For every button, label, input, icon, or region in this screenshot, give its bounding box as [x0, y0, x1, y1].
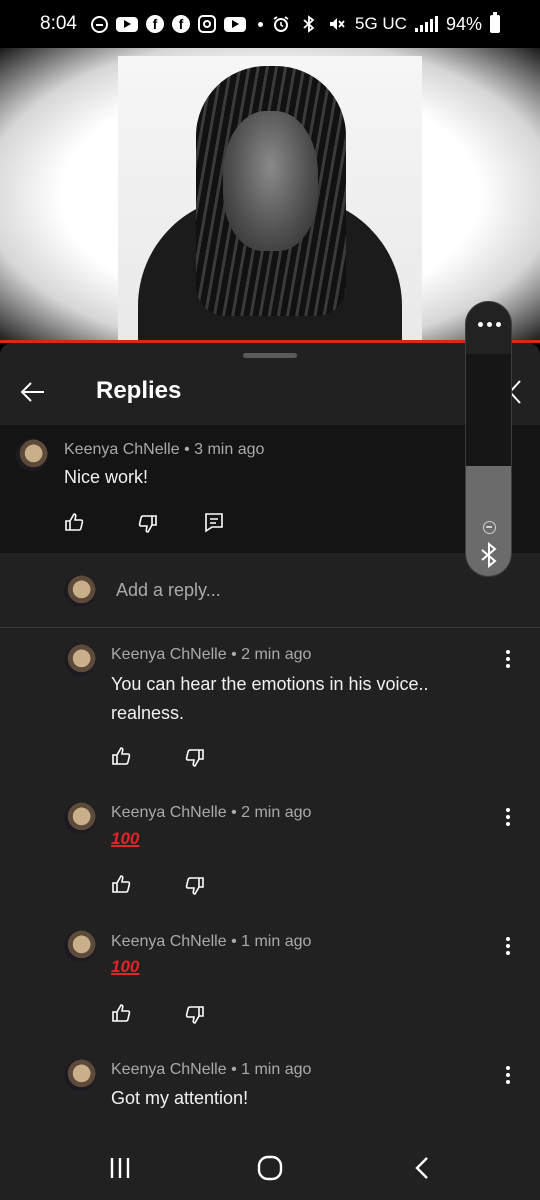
avatar[interactable]: [64, 1059, 96, 1091]
volume-slider-track[interactable]: [466, 354, 511, 466]
comment-meta: Keenya ChNelle • 1 min ago: [111, 933, 311, 951]
mute-icon: [327, 15, 347, 33]
sheet-title: Replies: [96, 377, 182, 404]
avatar[interactable]: [16, 439, 48, 471]
more-options-icon[interactable]: [498, 936, 518, 956]
back-button[interactable]: [18, 377, 48, 407]
hundred-points-emoji: 100: [111, 829, 140, 848]
like-icon[interactable]: [63, 511, 85, 533]
replies-sheet: Replies Keenya ChNelle • 3 min ago Nice …: [0, 343, 540, 1200]
like-icon[interactable]: [110, 745, 132, 767]
comment-author[interactable]: Keenya ChNelle: [111, 933, 227, 950]
parent-comment: Keenya ChNelle • 3 min ago Nice work!: [0, 425, 540, 553]
comment-author[interactable]: Keenya ChNelle: [64, 441, 180, 458]
signal-icon: [414, 16, 438, 32]
status-time: 8:04: [40, 13, 77, 34]
meta-separator: •: [226, 933, 242, 950]
volume-panel[interactable]: [465, 301, 512, 577]
avatar[interactable]: [64, 644, 96, 676]
meta-separator: •: [226, 804, 242, 821]
own-avatar: [64, 575, 96, 607]
add-reply-row[interactable]: Add a reply...: [0, 553, 540, 628]
battery-percent: 94%: [445, 13, 482, 34]
video-player[interactable]: [0, 48, 540, 342]
recent-apps-button[interactable]: [106, 1154, 134, 1182]
system-nav-bar: [0, 1136, 540, 1200]
more-options-icon[interactable]: [498, 807, 518, 827]
comment-text: Nice work!: [64, 467, 149, 487]
avatar[interactable]: [64, 930, 96, 962]
bluetooth-icon[interactable]: [478, 542, 500, 568]
replies-header: Replies: [0, 365, 540, 425]
comment-author[interactable]: Keenya ChNelle: [111, 1061, 227, 1078]
meta-separator: •: [226, 646, 242, 663]
video-thumbnail: [118, 56, 422, 342]
drag-handle[interactable]: [243, 353, 297, 358]
more-notifications-dot-icon: [257, 21, 263, 27]
comment-author[interactable]: Keenya ChNelle: [111, 804, 227, 821]
meta-separator: •: [179, 441, 195, 458]
comment-text-line2: realness.: [111, 703, 185, 723]
back-chevron-icon: [415, 1157, 428, 1179]
reply-icon[interactable]: [203, 511, 225, 533]
facebook-notification-icon: f: [145, 15, 164, 33]
add-reply-input[interactable]: Add a reply...: [116, 580, 221, 601]
comment-text: Got my attention!: [111, 1088, 249, 1108]
facebook-notification-icon-2: f: [171, 15, 190, 33]
nav-back-button[interactable]: [408, 1154, 436, 1182]
home-icon: [257, 1155, 283, 1181]
comment-meta: Keenya ChNelle • 1 min ago: [111, 1061, 311, 1079]
comment-meta: Keenya ChNelle • 3 min ago: [64, 441, 264, 459]
do-not-disturb-icon: [90, 15, 108, 33]
youtube-notification-icon: [115, 16, 138, 32]
comment-meta: Keenya ChNelle • 2 min ago: [111, 646, 311, 664]
network-type: 5G UC: [355, 14, 407, 33]
alarm-icon: [271, 15, 291, 33]
comment-time: 1 min ago: [241, 933, 312, 950]
comment-text: You can hear the emotions in his voice..: [111, 674, 429, 694]
instagram-notification-icon: [197, 15, 216, 33]
dislike-icon[interactable]: [184, 747, 206, 769]
comment-meta: Keenya ChNelle • 2 min ago: [111, 804, 311, 822]
more-options-icon[interactable]: [466, 322, 511, 327]
comment-time: 2 min ago: [241, 804, 312, 821]
battery-icon: [490, 12, 500, 33]
dislike-icon[interactable]: [184, 1004, 206, 1026]
more-options-icon[interactable]: [498, 1065, 518, 1085]
meta-separator: •: [226, 1061, 242, 1078]
status-bar: 8:04 f f 5G UC 94%: [0, 0, 540, 48]
back-arrow-icon: [20, 382, 44, 402]
dislike-icon[interactable]: [184, 875, 206, 897]
comment-author[interactable]: Keenya ChNelle: [111, 646, 227, 663]
comment-time: 1 min ago: [241, 1061, 312, 1078]
do-not-disturb-icon: [483, 521, 496, 534]
dislike-icon[interactable]: [137, 513, 159, 535]
more-options-icon[interactable]: [498, 649, 518, 669]
like-icon[interactable]: [110, 1002, 132, 1024]
home-button[interactable]: [256, 1154, 284, 1182]
recent-apps-icon: [110, 1158, 130, 1178]
hundred-points-emoji: 100: [111, 957, 140, 976]
comment-time: 2 min ago: [241, 646, 312, 663]
comment-time: 3 min ago: [194, 441, 265, 458]
like-icon[interactable]: [110, 873, 132, 895]
youtube-notification-icon-2: [223, 16, 246, 32]
avatar[interactable]: [64, 802, 96, 834]
bluetooth-icon: [299, 15, 319, 33]
